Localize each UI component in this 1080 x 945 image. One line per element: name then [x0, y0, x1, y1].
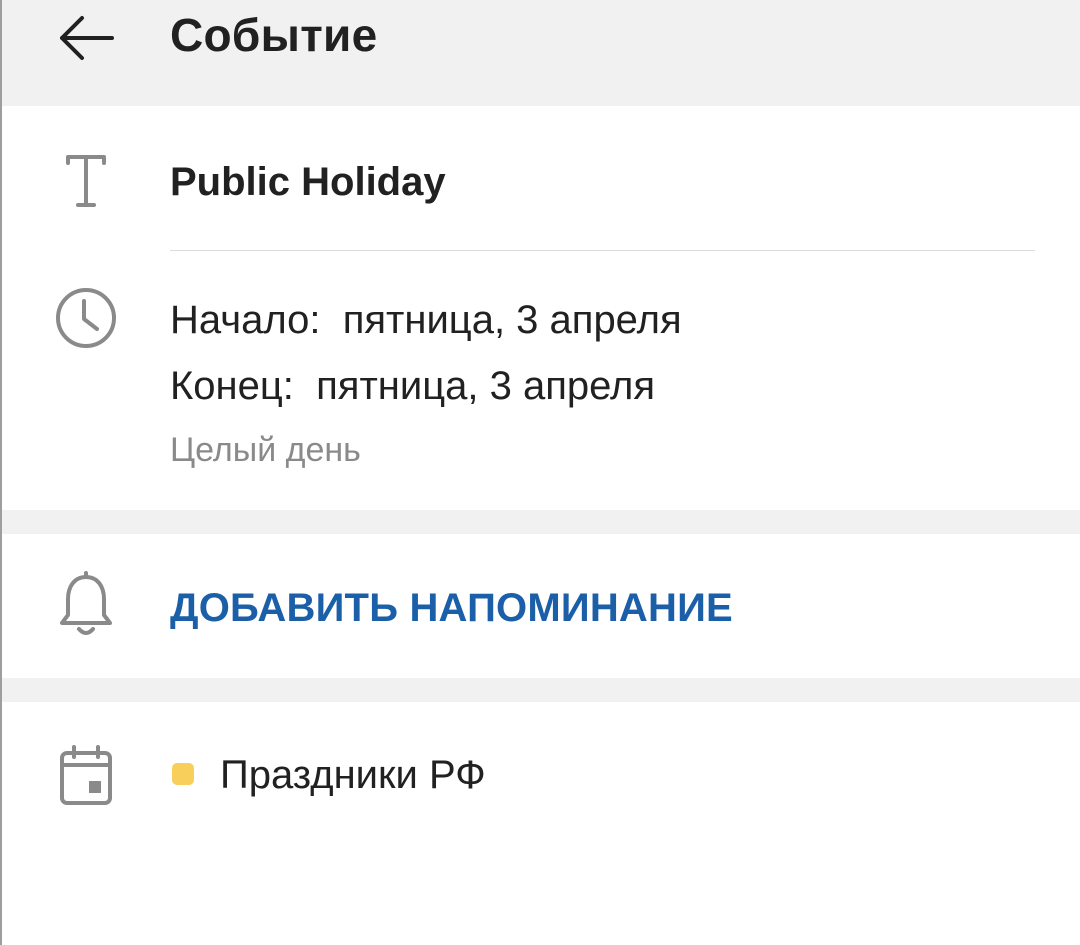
arrow-left-icon	[60, 16, 114, 60]
back-button[interactable]	[50, 6, 122, 70]
bell-icon	[52, 571, 120, 639]
clock-icon	[52, 284, 120, 352]
page-title: Событие	[170, 9, 378, 61]
section-separator	[2, 678, 1080, 702]
app-bar: Событие	[2, 0, 1080, 106]
start-time[interactable]: Начало: пятница, 3 апреля	[170, 294, 682, 346]
event-details-screen: Событие Public Holiday Начало: пятница, …	[0, 0, 1080, 945]
text-t-icon	[52, 147, 120, 215]
event-title[interactable]: Public Holiday	[170, 154, 446, 210]
calendar-icon	[52, 741, 120, 809]
calendar-name[interactable]: Праздники РФ	[220, 748, 486, 802]
add-reminder-button[interactable]: ДОБАВИТЬ НАПОМИНАНИЕ	[170, 580, 733, 636]
section-separator	[2, 510, 1080, 534]
divider	[170, 250, 1035, 251]
all-day-label: Целый день	[170, 431, 361, 469]
calendar-color-swatch	[172, 763, 194, 785]
end-time[interactable]: Конец: пятница, 3 апреля	[170, 360, 655, 412]
